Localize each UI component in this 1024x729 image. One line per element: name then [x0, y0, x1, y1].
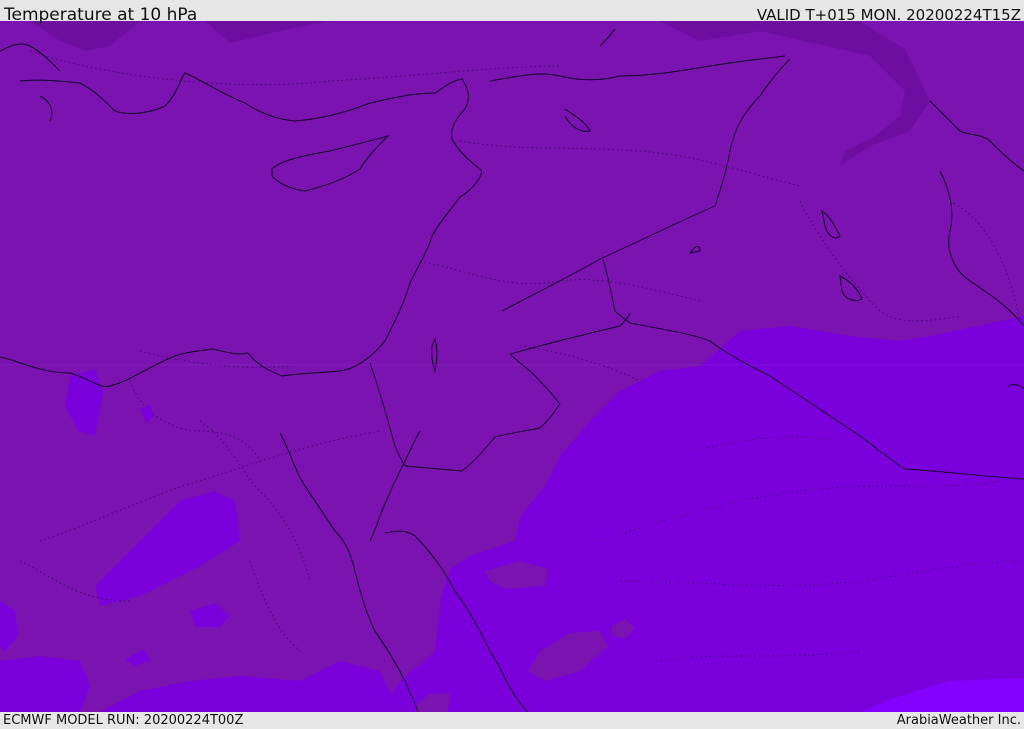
temperature-map — [0, 21, 1024, 712]
map-canvas — [0, 21, 1024, 712]
map-title: Temperature at 10 hPa — [4, 5, 198, 25]
credit-label: ArabiaWeather Inc. — [896, 713, 1021, 728]
valid-time: VALID T+015 MON. 20200224T15Z — [756, 6, 1021, 24]
weather-map-page: Temperature at 10 hPa VALID T+015 MON. 2… — [0, 0, 1024, 729]
cool-zone-southwest — [0, 656, 90, 712]
model-run-label: ECMWF MODEL RUN: 20200224T00Z — [3, 713, 244, 728]
